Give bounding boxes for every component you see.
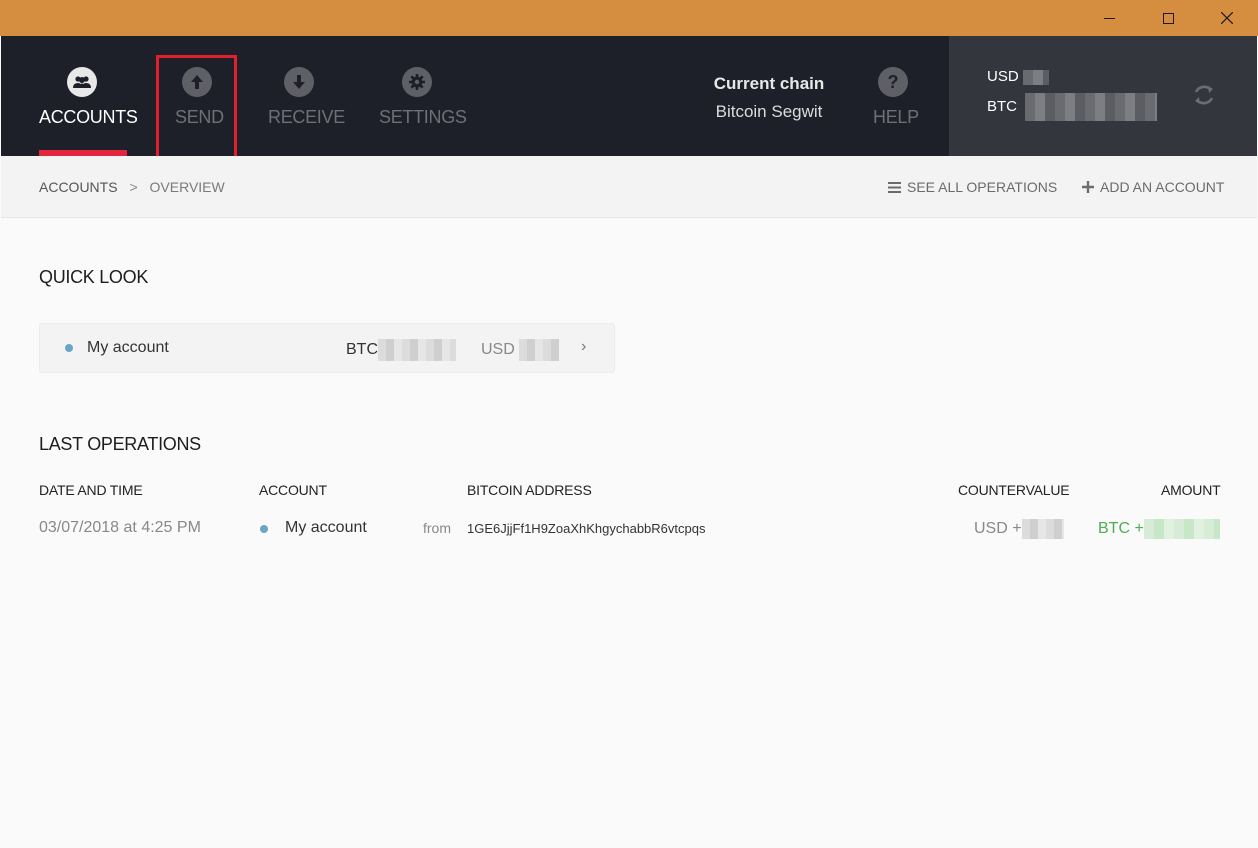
amount-prefix: BTC + xyxy=(1098,520,1144,538)
quick-look-usd-value-redacted xyxy=(519,339,560,361)
quick-look-usd-balance: USD xyxy=(481,339,560,361)
column-header-countervalue: COUNTERVALUE xyxy=(958,482,1070,498)
help-question-icon: ? xyxy=(878,67,908,97)
btc-balance: BTC xyxy=(987,93,1158,121)
balance-panel: USD BTC xyxy=(949,36,1257,156)
countervalue-prefix: USD + xyxy=(974,520,1022,538)
list-icon xyxy=(888,181,901,193)
plus-icon xyxy=(1082,181,1094,193)
nav-tab-receive[interactable]: RECEIVE xyxy=(268,36,345,156)
add-account-button[interactable]: ADD AN ACCOUNT xyxy=(1082,179,1224,195)
quick-look-btc-balance: BTC xyxy=(346,339,456,361)
send-arrow-up-icon xyxy=(182,67,212,97)
chevron-right-icon: › xyxy=(581,338,587,355)
last-operations-title: LAST OPERATIONS xyxy=(39,434,201,454)
column-header-account: ACCOUNT xyxy=(259,482,327,498)
window-titlebar xyxy=(0,0,1258,36)
refresh-button[interactable] xyxy=(1189,80,1219,110)
btc-balance-value-redacted xyxy=(1025,93,1158,121)
breadcrumb: ACCOUNTS > OVERVIEW xyxy=(39,179,225,195)
minimize-button[interactable] xyxy=(1080,0,1138,36)
amount-redacted xyxy=(1143,519,1220,539)
operation-direction: from xyxy=(423,520,451,536)
add-account-label: ADD AN ACCOUNT xyxy=(1100,179,1225,195)
account-color-dot xyxy=(260,525,268,533)
column-header-date: DATE AND TIME xyxy=(39,482,143,498)
nav-label-send: SEND xyxy=(175,107,224,127)
quick-look-account-card[interactable]: My account BTC USD › xyxy=(39,323,615,373)
current-chain-title: Current chain xyxy=(713,74,825,93)
current-chain[interactable]: Current chain Bitcoin Segwit xyxy=(701,74,837,122)
receive-arrow-down-icon xyxy=(284,67,314,97)
usd-balance: USD xyxy=(987,68,1049,85)
quick-look-title: QUICK LOOK xyxy=(39,267,149,287)
nav-tab-help[interactable]: ? HELP xyxy=(872,36,919,156)
countervalue-redacted xyxy=(1021,519,1064,539)
operation-account: My account xyxy=(285,519,367,536)
question-mark-glyph: ? xyxy=(887,71,899,92)
operation-date: 03/07/2018 at 4:25 PM xyxy=(39,519,201,536)
see-all-operations-label: SEE ALL OPERATIONS xyxy=(907,179,1058,195)
current-chain-value: Bitcoin Segwit xyxy=(715,102,823,121)
operation-countervalue: USD + xyxy=(974,519,1064,539)
nav-label-settings: SETTINGS xyxy=(379,107,467,127)
nav-label-help: HELP xyxy=(873,107,919,127)
accounts-icon xyxy=(67,67,97,97)
operation-amount: BTC + xyxy=(1098,519,1220,539)
operation-bitcoin-address: 1GE6JjjFf1H9ZoaXhKhgychabbR6vtcpqs xyxy=(467,521,706,536)
nav-tab-settings[interactable]: SETTINGS xyxy=(379,36,467,156)
nav-tab-accounts[interactable]: ACCOUNTS xyxy=(39,36,138,156)
refresh-icon xyxy=(1194,85,1214,105)
breadcrumb-accounts-link[interactable]: ACCOUNTS xyxy=(39,179,118,195)
breadcrumb-bar: ACCOUNTS > OVERVIEW SEE ALL OPERATIONS A… xyxy=(1,156,1257,218)
nav-label-receive: RECEIVE xyxy=(268,107,345,127)
quick-look-account-name: My account xyxy=(87,339,169,356)
quick-look-btc-label: BTC xyxy=(346,341,378,359)
maximize-button[interactable] xyxy=(1139,0,1197,36)
nav-tab-send[interactable]: SEND xyxy=(156,55,237,159)
top-navigation-bar: ACCOUNTS SEND RECEIVE SETTINGS Current c… xyxy=(1,36,1257,159)
btc-balance-label: BTC xyxy=(987,97,1017,115)
minimize-icon xyxy=(1103,17,1115,19)
maximize-icon xyxy=(1162,12,1174,24)
gear-icon xyxy=(402,67,432,97)
close-icon xyxy=(1221,12,1233,24)
account-color-dot xyxy=(65,344,73,352)
app-window: ACCOUNTS SEND RECEIVE SETTINGS Current c… xyxy=(1,36,1257,847)
column-header-amount: AMOUNT xyxy=(1161,482,1221,498)
breadcrumb-current: OVERVIEW xyxy=(149,179,225,195)
usd-balance-value-redacted xyxy=(1022,69,1049,85)
close-button[interactable] xyxy=(1198,0,1256,36)
breadcrumb-separator: > xyxy=(129,179,138,195)
quick-look-usd-label: USD xyxy=(481,341,515,359)
quick-look-btc-value-redacted xyxy=(378,339,456,361)
column-header-address: BITCOIN ADDRESS xyxy=(467,482,592,498)
usd-balance-label: USD xyxy=(987,68,1019,85)
nav-label-accounts: ACCOUNTS xyxy=(39,107,138,127)
see-all-operations-button[interactable]: SEE ALL OPERATIONS xyxy=(888,179,1057,195)
